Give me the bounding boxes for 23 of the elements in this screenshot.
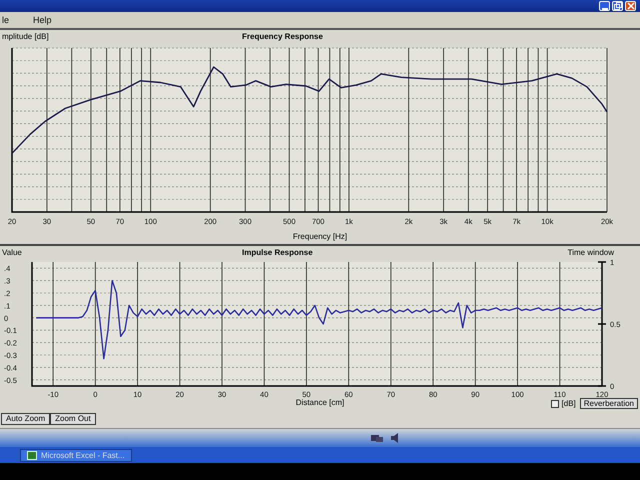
- zoom-button[interactable]: Zoom Out: [50, 413, 96, 425]
- axis-title: Frequency [Hz]: [292, 232, 348, 241]
- checkbox[interactable]: [550, 400, 559, 408]
- checkbox-label: [dB]: [562, 399, 576, 408]
- restore-icon: [614, 2, 622, 10]
- spreadsheet-icon: [27, 450, 37, 460]
- menu-item[interactable]: le: [2, 15, 10, 25]
- menu-item[interactable]: Help: [33, 15, 52, 25]
- axis-title: Value: [1, 248, 23, 257]
- axis-title: mplitude [dB]: [1, 32, 50, 41]
- close-button[interactable]: [625, 1, 636, 11]
- axis-title: Distance [cm]: [296, 398, 344, 409]
- speaker-icon: [390, 433, 400, 443]
- network-icon: [370, 433, 384, 443]
- reverberation-button[interactable]: Reverberation: [580, 398, 638, 409]
- chart-title: Frequency Response: [242, 32, 323, 41]
- zoom-button[interactable]: Auto Zoom: [1, 413, 50, 425]
- chart-title: Impulse Response: [242, 248, 313, 257]
- taskbar-button[interactable]: Microsoft Excel - Fast...: [20, 448, 132, 462]
- close-icon: [626, 2, 634, 10]
- axis-title: Time window: [568, 248, 614, 257]
- minimize-button[interactable]: [599, 1, 610, 11]
- restore-button[interactable]: [612, 1, 623, 11]
